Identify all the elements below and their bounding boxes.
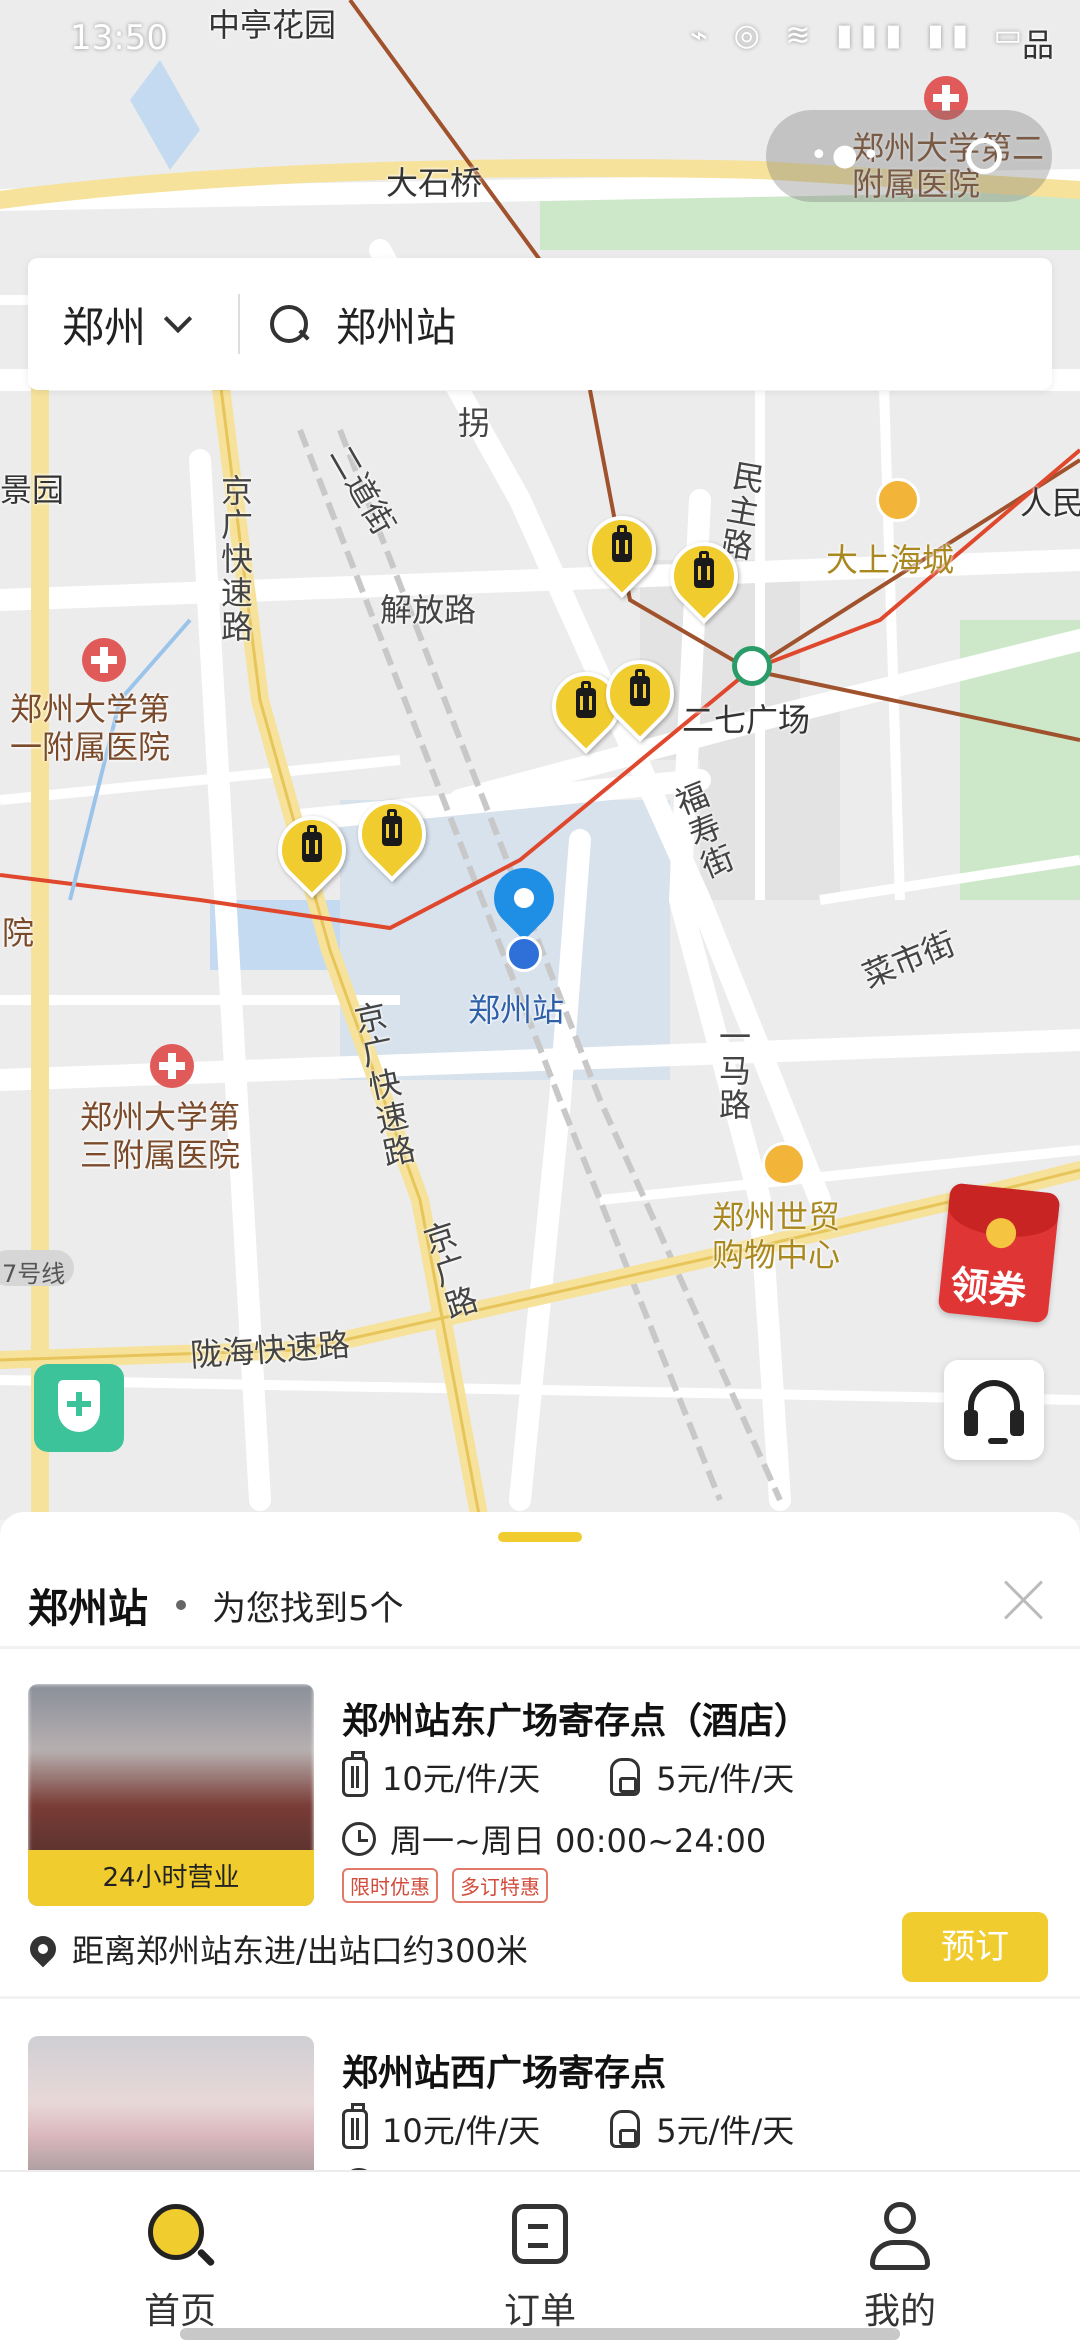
tab-orders[interactable]: 订单 [440,2200,640,2334]
station-location-pin [481,855,567,978]
coupon-button[interactable]: 领券 [937,1182,1061,1324]
book-button[interactable]: 预订 [902,1912,1048,1982]
metro-line-7-badge: 7号线 [0,1250,74,1288]
metro-station-icon [732,646,772,686]
promo-tags: 限时优惠 多订特惠 [342,1868,562,1903]
map-label-dashanghai: 大上海城 [826,541,955,579]
close-icon[interactable] [1002,1578,1046,1622]
search-bar: 郑州 郑州站 [28,258,1052,390]
backpack-price: 5元/件/天 [656,1760,795,1798]
chevron-down-icon [163,304,193,334]
storage-location-pin[interactable] [573,501,671,612]
map-view[interactable]: 13:50 ⌁ ◎ ≋ ▮▮▮ ▮▮ ▭ 中亭花园 大石桥 郑州大学第二附属医院… [0,0,1080,1520]
map-label-hospital-3: 郑州大学第三附属医院 [80,1098,241,1174]
map-label-yuan: 院 [2,914,35,952]
price-row: 10元/件/天 5元/件/天 [342,2103,795,2152]
location-pin-icon [24,1930,62,1968]
map-label-zhongting: 中亭花园 [208,6,337,44]
opening-hours: 周一~周日 00:00~24:00 [390,1822,767,1860]
map-label-jinggang-expressway-1: 京广快速路 [216,474,254,644]
suitcase-price: 10元/件/天 [382,2112,541,2150]
orders-icon [504,2200,576,2272]
insurance-button[interactable] [34,1364,124,1452]
hospital-icon [150,1044,194,1088]
mall-icon [876,478,920,522]
promo-tag: 多订特惠 [452,1868,548,1903]
profile-icon [864,2200,936,2272]
mini-program-capsule[interactable]: •●• [766,110,1052,202]
map-label-jiefang-road: 解放路 [380,591,477,629]
tab-profile-label: 我的 [863,2291,936,2332]
search-input[interactable]: 郑州站 [240,295,1052,353]
search-query: 郑州站 [336,305,456,351]
drag-handle[interactable] [498,1532,582,1542]
more-icon[interactable]: •●• [810,141,884,171]
customer-service-button[interactable] [944,1360,1044,1460]
storage-name: 郑州站东广场寄存点（酒店） [342,1701,811,1742]
backpack-icon [610,2110,641,2148]
suitcase-icon [342,2103,368,2149]
backpack-icon [610,1758,641,1796]
hours-row: 周一~周日 00:00~24:00 [342,1816,766,1862]
results-panel: 郑州站 为您找到5个 24小时营业 郑州站东广场寄存点（酒店） 10元/件/天 … [0,1512,1080,2172]
storage-name: 郑州站西广场寄存点 [342,2053,667,2094]
status-time: 13:50 [70,18,168,58]
divider [0,1646,1080,1649]
hospital-icon [82,638,126,682]
map-label-jingyuan: 景园 [0,471,65,509]
search-icon [268,303,310,345]
city-selector[interactable]: 郑州 [28,258,238,390]
storage-photo [28,2036,314,2172]
city-name: 郑州 [62,302,147,352]
backpack-price: 5元/件/天 [656,2112,795,2150]
map-label-erqi-square: 二七广场 [682,701,811,739]
status-icons: ⌁ ◎ ≋ ▮▮▮ ▮▮ ▭ [690,18,1030,53]
storage-photo: 24小时营业 [28,1684,314,1906]
distance-text: 距离郑州站东进/出站口约300米 [72,1932,528,1970]
results-count: 为您找到5个 [212,1588,404,1629]
home-search-icon [144,2200,216,2272]
map-label-zhengzhou-station: 郑州站 [468,991,565,1029]
bottom-tab-bar: 首页 订单 我的 [0,2170,1080,2340]
tab-orders-label: 订单 [503,2291,576,2332]
map-label-dashiqiao: 大石桥 [386,164,483,202]
storage-location-pin[interactable] [591,645,689,756]
storage-location-pin[interactable] [655,527,753,638]
home-indicator [180,2328,900,2340]
suitcase-icon [342,1751,368,1797]
tab-home[interactable]: 首页 [80,2200,280,2334]
results-header: 郑州站 为您找到5个 [28,1570,404,1640]
dot-separator [176,1600,186,1610]
suitcase-price: 10元/件/天 [382,1760,541,1798]
map-label-shimao-mall: 郑州世贸购物中心 [712,1198,841,1274]
map-label-yima-road: 一马路 [714,1020,752,1122]
map-label-pin: 品 [1022,26,1055,64]
distance-row: 距离郑州站东进/出站口约300米 [24,1926,528,1972]
close-app-icon[interactable] [966,138,1002,174]
storage-location-pin[interactable] [343,785,441,896]
mall-icon [762,1142,806,1186]
storage-card[interactable]: 24小时营业 郑州站东广场寄存点（酒店） 10元/件/天 5元/件/天 周一~周… [0,1672,1080,1992]
tab-profile[interactable]: 我的 [800,2200,1000,2334]
price-row: 10元/件/天 5元/件/天 [342,1751,795,1800]
map-label-guai: 拐 [458,404,491,442]
promo-tag: 限时优惠 [342,1868,438,1903]
clock-icon [342,1822,376,1856]
map-label-hospital-1: 郑州大学第一附属医院 [10,690,171,766]
coupon-label: 领券 [948,1262,1029,1314]
storage-location-pin[interactable] [263,801,361,912]
shield-plus-icon [58,1380,100,1432]
storage-card[interactable]: 郑州站西广场寄存点 10元/件/天 5元/件/天 [0,2024,1080,2172]
hours-badge: 24小时营业 [28,1850,314,1906]
results-title: 郑州站 [28,1586,148,1632]
divider [0,1996,1080,1999]
map-label-renmin: 人民 [1020,484,1080,522]
tab-home-label: 首页 [143,2291,216,2332]
